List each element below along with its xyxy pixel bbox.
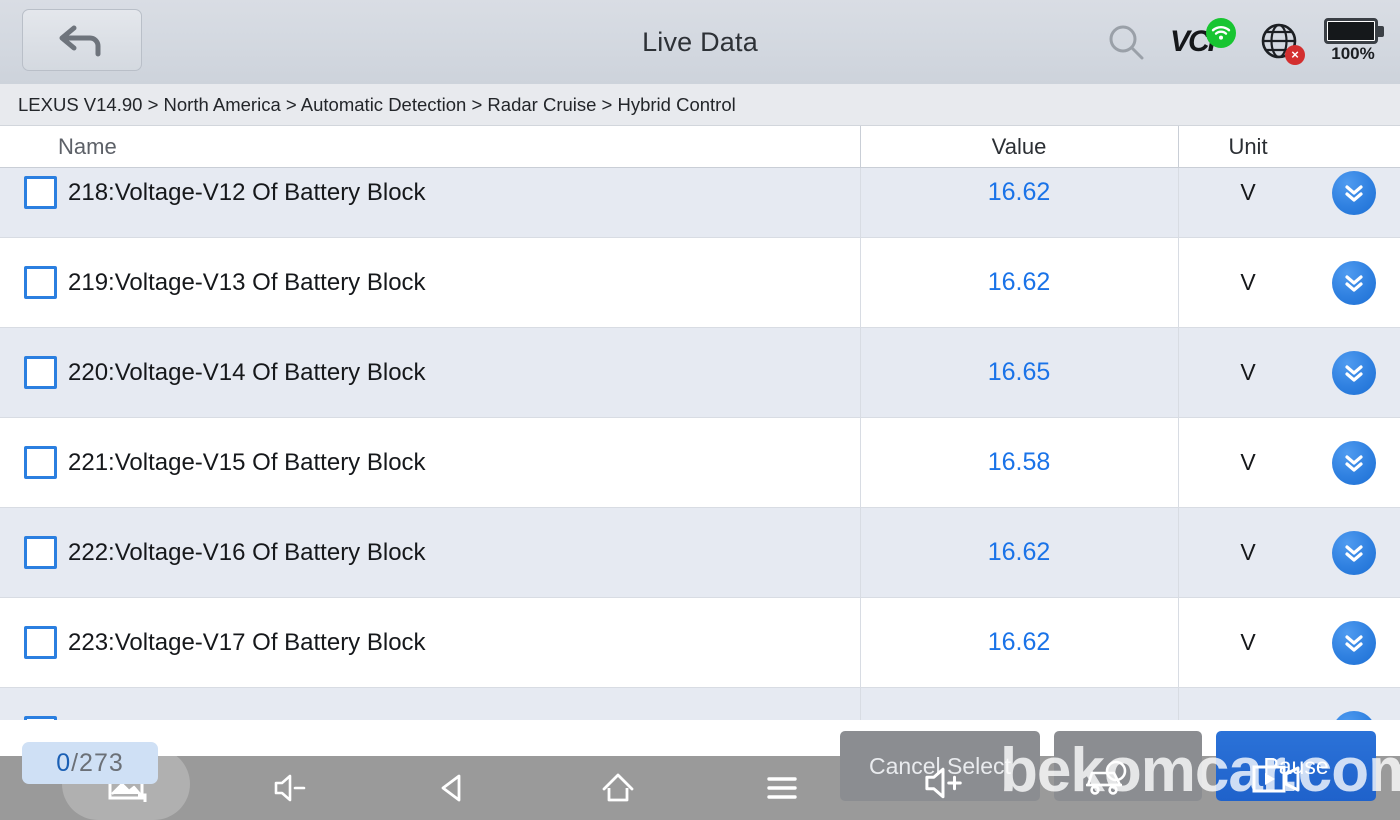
row-name-label: 222:Voltage-V16 Of Battery Block — [68, 538, 426, 566]
live-data-table[interactable]: 218:Voltage-V12 Of Battery Block 16.62 V 21… — [0, 126, 1400, 720]
row-expand-button[interactable] — [1332, 530, 1376, 575]
selected-count: 0 — [56, 748, 72, 777]
row-expand-button[interactable] — [1332, 260, 1376, 305]
column-header-name: Name — [58, 133, 117, 159]
row-value-label: 16.65 — [987, 358, 1051, 386]
breadcrumb-text[interactable]: LEXUS V14.90 > North America > Automatic… — [0, 94, 736, 116]
row-unit-label: V — [1240, 539, 1256, 565]
battery-icon — [1324, 18, 1378, 44]
row-name-label: 221:Voltage-V15 Of Battery Block — [68, 448, 426, 476]
vehicle-graph-icon — [1082, 755, 1132, 806]
row-checkbox[interactable] — [24, 266, 57, 299]
column-header-value: Value — [991, 133, 1047, 159]
row-expand-button[interactable] — [1332, 440, 1376, 485]
row-checkbox[interactable] — [24, 626, 57, 659]
row-name-label: 220:Voltage-V14 Of Battery Block — [68, 358, 426, 386]
battery-percent-label: 100% — [1331, 44, 1375, 63]
row-value-label: 16.62 — [987, 538, 1051, 566]
row-checkbox[interactable] — [24, 356, 57, 389]
globe-icon[interactable]: × — [1258, 20, 1305, 65]
row-value-label: 16.62 — [987, 178, 1051, 206]
row-name-label: 218:Voltage-V12 Of Battery Block — [68, 178, 426, 206]
row-value-label: 16.58 — [987, 448, 1051, 476]
row-unit-label: V — [1240, 179, 1256, 205]
row-expand-button[interactable] — [1332, 170, 1376, 215]
volume-up-button[interactable] — [920, 760, 966, 811]
total-count: /273 — [71, 748, 124, 777]
home-nav-button[interactable] — [578, 756, 658, 820]
wifi-icon — [1206, 18, 1236, 48]
table-row[interactable]: 221:Voltage-V15 Of Battery Block 16.58 V — [0, 418, 1400, 508]
battery-indicator: 100% — [1324, 16, 1386, 68]
row-checkbox[interactable] — [24, 536, 57, 569]
vci-status-button[interactable]: VCI — [1170, 18, 1236, 64]
live-data-screen: Live Data VCI × 100% LEXUS V14.90 > Nort… — [0, 0, 1400, 820]
table-body: 218:Voltage-V12 Of Battery Block 16.62 V 21… — [0, 148, 1400, 720]
row-unit-label: V — [1240, 269, 1256, 295]
row-unit-label: V — [1240, 629, 1256, 655]
app-header: Live Data VCI × 100% — [0, 0, 1400, 84]
globe-error-badge: × — [1285, 45, 1305, 65]
row-expand-button[interactable] — [1332, 710, 1376, 720]
table-row[interactable]: 220:Voltage-V14 Of Battery Block 16.65 V — [0, 328, 1400, 418]
record-video-icon — [1250, 757, 1302, 806]
row-unit-label: V — [1240, 449, 1256, 475]
row-name-label: 223:Voltage-V17 Of Battery Block — [68, 628, 426, 656]
table-row[interactable]: 219:Voltage-V13 Of Battery Block 16.62 V — [0, 238, 1400, 328]
row-value-label: 16.62 — [987, 268, 1051, 296]
table-row[interactable]: 222:Voltage-V16 Of Battery Block 16.62 V — [0, 508, 1400, 598]
row-checkbox[interactable] — [24, 446, 57, 479]
table-row[interactable]: 223:Voltage-V17 Of Battery Block 16.62 V — [0, 598, 1400, 688]
volume-down-button[interactable] — [250, 756, 330, 820]
menu-nav-button[interactable] — [742, 756, 822, 820]
column-header-unit: Unit — [1228, 133, 1268, 159]
table-row[interactable]: 224:Voltage Of Auxiliary Battery14.20V — [0, 688, 1400, 720]
row-value-label: 16.62 — [987, 628, 1051, 656]
row-expand-button[interactable] — [1332, 620, 1376, 665]
table-header-row: Name Value Unit — [0, 126, 1400, 168]
back-nav-button[interactable] — [413, 756, 493, 820]
row-name-label: 219:Voltage-V13 Of Battery Block — [68, 268, 426, 296]
selection-count-badge: 0/273 — [22, 742, 158, 784]
row-checkbox[interactable] — [24, 176, 57, 209]
row-expand-button[interactable] — [1332, 350, 1376, 395]
header-icon-group: VCI × 100% — [1104, 0, 1386, 84]
search-icon[interactable] — [1104, 20, 1148, 64]
row-unit-label: V — [1240, 359, 1256, 385]
breadcrumb: LEXUS V14.90 > North America > Automatic… — [0, 84, 1400, 126]
